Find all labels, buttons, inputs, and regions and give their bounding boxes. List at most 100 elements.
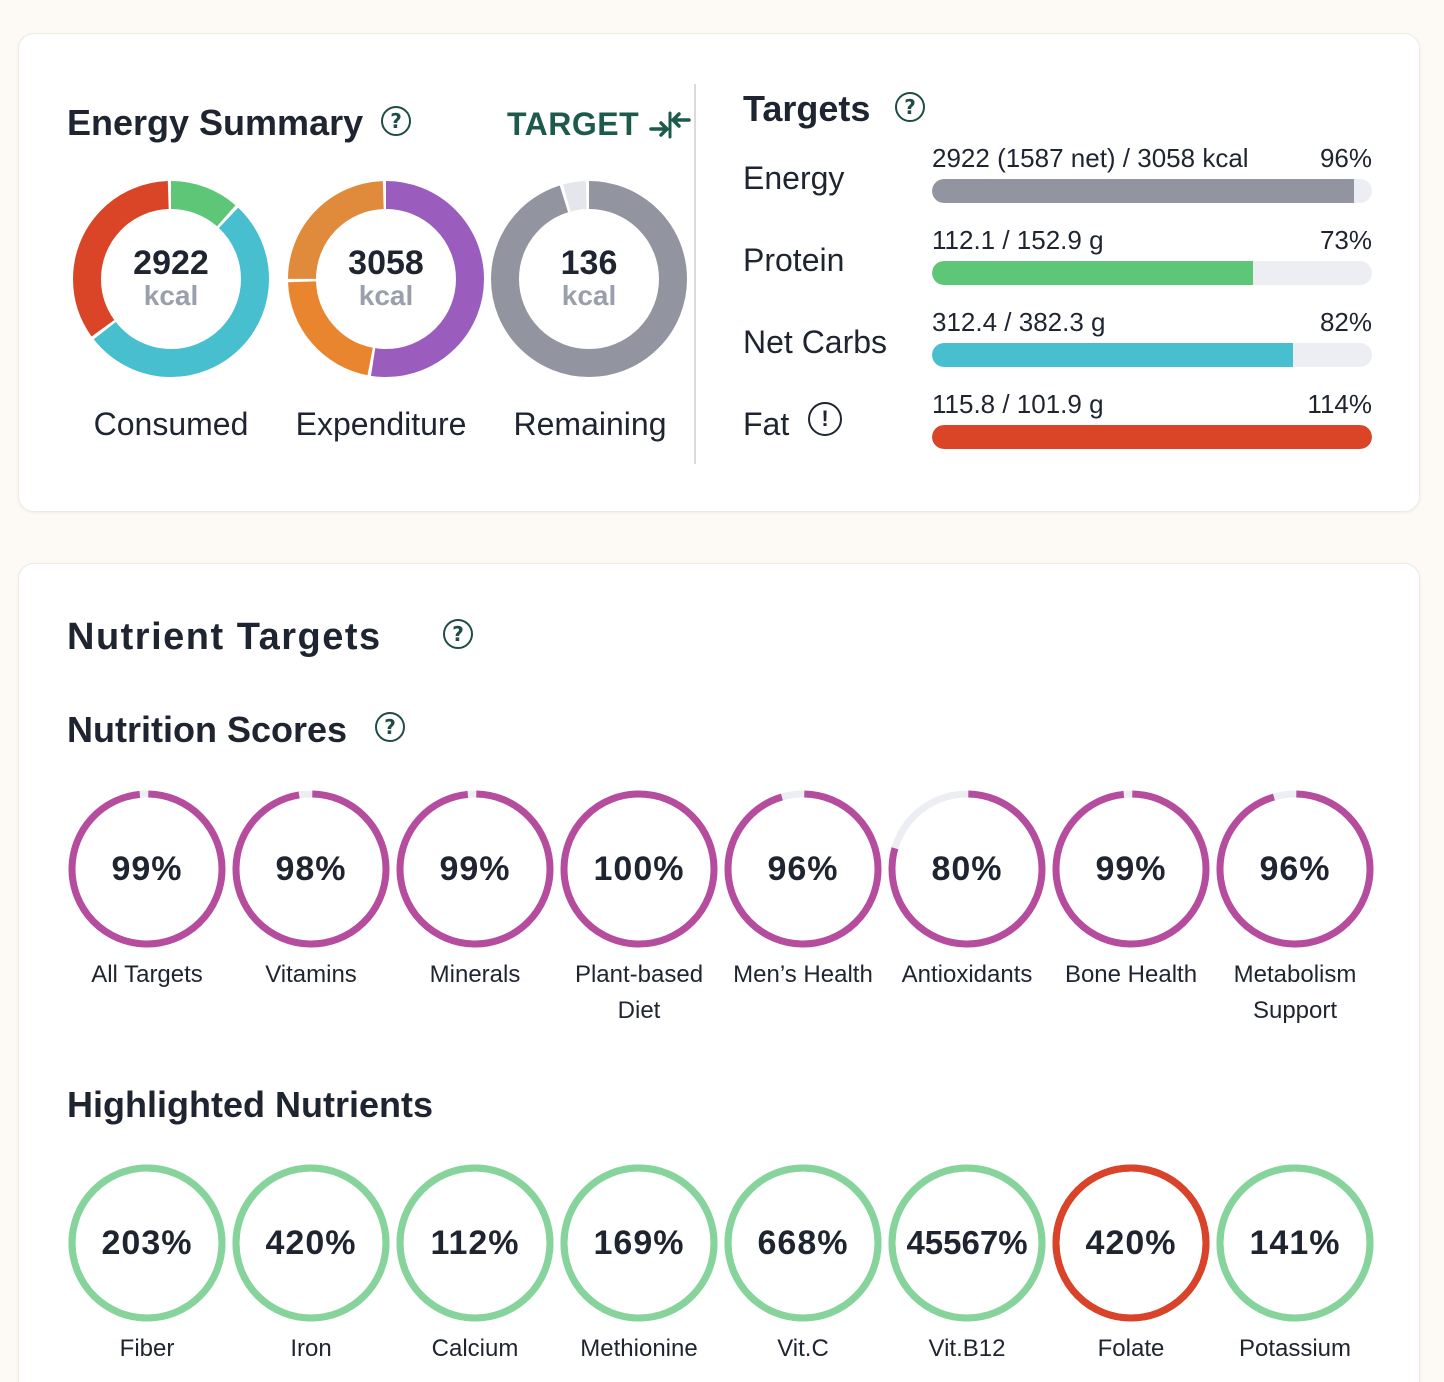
highlighted-nutrient-ring[interactable]: 420% [231, 1163, 391, 1323]
remaining-donut-chart: 136 kcal [489, 179, 689, 379]
nutrient-label: Fiber [119, 1335, 175, 1362]
score-label: All Targets [91, 961, 203, 988]
nutrient-targets-title: Nutrient Targets [67, 616, 382, 658]
nutrition-score-ring[interactable]: 96% [1215, 789, 1375, 949]
remaining-value: 136 [560, 244, 618, 282]
help-icon[interactable]: ? [381, 106, 411, 136]
score-value: 99% [1095, 849, 1167, 888]
consumed-value: 2922 [133, 244, 209, 282]
consumed-donut-chart: 2922 kcal [71, 179, 271, 379]
target-percent: 96% [1319, 143, 1372, 173]
vertical-divider [694, 84, 696, 464]
nutrition-score-ring[interactable]: 98% [231, 789, 391, 949]
nutrient-label: Vit.C [777, 1335, 829, 1362]
nutrient-value: 420% [265, 1223, 357, 1262]
score-label: Minerals [429, 961, 521, 988]
highlighted-nutrient-ring[interactable]: 141% [1215, 1163, 1375, 1323]
nutrient-label: Folate [1097, 1335, 1165, 1362]
highlighted-nutrient-ring[interactable]: 668% [723, 1163, 883, 1323]
target-percent: 114% [1307, 389, 1372, 419]
target-amount: 112.1 / 152.9 g [932, 225, 1104, 255]
expenditure-label: Expenditure [295, 406, 467, 442]
nutrient-value: 420% [1085, 1223, 1177, 1262]
target-bar-protein [932, 261, 1372, 285]
target-values-fat: 115.8 / 101.9 g 114% [932, 389, 1372, 420]
nutrition-score-ring[interactable]: 80% [887, 789, 1047, 949]
score-label: Plant-based Diet [574, 961, 704, 1024]
target-amount: 312.4 / 382.3 g [932, 307, 1106, 337]
target-label-protein: Protein [743, 242, 845, 278]
nutrient-value: 203% [101, 1223, 193, 1262]
help-icon[interactable]: ? [895, 92, 925, 122]
nutrient-value: 141% [1249, 1223, 1341, 1262]
help-icon[interactable]: ? [375, 712, 405, 742]
target-amount: 115.8 / 101.9 g [932, 389, 1104, 419]
nutrient-label: Methionine [580, 1335, 698, 1362]
nutrition-score-ring[interactable]: 96% [723, 789, 883, 949]
expenditure-donut-chart: 3058 kcal [286, 179, 486, 379]
score-label: Metabolism Support [1233, 961, 1357, 1024]
target-bar-fill [932, 343, 1293, 367]
highlighted-nutrient-ring[interactable]: 203% [67, 1163, 227, 1323]
score-value: 80% [931, 849, 1003, 888]
score-value: 96% [1259, 849, 1331, 888]
help-icon[interactable]: ? [443, 619, 473, 649]
expenditure-value: 3058 [348, 244, 424, 282]
collapse-arrows-icon [649, 111, 691, 138]
nutrient-label: Potassium [1238, 1335, 1352, 1362]
target-bar-fill [932, 261, 1254, 285]
nutrient-value: 112% [430, 1223, 520, 1262]
highlighted-nutrient-ring[interactable]: 420% [1051, 1163, 1211, 1323]
score-label: Bone Health [1064, 961, 1198, 988]
highlighted-nutrient-ring[interactable]: 45567% [887, 1163, 1047, 1323]
expenditure-unit: kcal [358, 280, 414, 311]
target-amount: 2922 (1587 net) / 3058 kcal [932, 143, 1249, 173]
remaining-unit: kcal [561, 280, 617, 311]
target-button-label: TARGET [507, 106, 640, 142]
consumed-unit: kcal [143, 280, 199, 311]
score-value: 99% [439, 849, 511, 888]
targets-title: Targets [743, 88, 871, 129]
target-percent: 82% [1319, 307, 1372, 337]
score-label: Vitamins [265, 961, 357, 988]
target-bar-net-carbs [932, 343, 1372, 367]
nutrient-label: Calcium [431, 1335, 519, 1362]
highlighted-nutrients-title: Highlighted Nutrients [67, 1084, 433, 1125]
nutrient-label: Vit.B12 [928, 1335, 1006, 1362]
target-bar-energy [932, 179, 1372, 203]
target-label-net-carbs: Net Carbs [743, 324, 888, 360]
nutrition-score-ring[interactable]: 99% [67, 789, 227, 949]
energy-summary-title: Energy Summary [67, 102, 364, 143]
target-percent: 73% [1319, 225, 1372, 255]
score-label: Men’s Health [733, 961, 873, 988]
nutrient-value: 169% [593, 1223, 685, 1262]
highlighted-nutrient-ring[interactable]: 169% [559, 1163, 719, 1323]
target-bar-fat [932, 425, 1372, 449]
remaining-label: Remaining [513, 406, 667, 442]
target-values-energy: 2922 (1587 net) / 3058 kcal 96% [932, 143, 1372, 174]
target-values-net-carbs: 312.4 / 382.3 g 82% [932, 307, 1372, 338]
nutrition-score-ring[interactable]: 99% [395, 789, 555, 949]
score-value: 96% [767, 849, 839, 888]
nutrient-value: 668% [757, 1223, 849, 1262]
nutrition-score-ring[interactable]: 100% [559, 789, 719, 949]
consumed-label: Consumed [93, 406, 249, 442]
score-value: 98% [275, 849, 347, 888]
nutrient-label: Iron [290, 1335, 332, 1362]
score-label: Antioxidants [901, 961, 1033, 988]
target-label-energy: Energy [743, 160, 845, 196]
highlighted-nutrient-ring[interactable]: 112% [395, 1163, 555, 1323]
warning-icon[interactable]: ! [808, 402, 842, 436]
nutrient-targets-card: Nutrient Targets ? Nutrition Scores ? 99… [18, 563, 1420, 1382]
target-label-fat: Fat [743, 406, 790, 442]
target-values-protein: 112.1 / 152.9 g 73% [932, 225, 1372, 256]
nutrition-score-ring[interactable]: 99% [1051, 789, 1211, 949]
energy-summary-card: Energy Summary ? TARGET 2922 kcal Consum… [18, 33, 1420, 512]
score-value: 100% [593, 849, 685, 888]
target-bar-fill [932, 179, 1355, 203]
target-bar-fill [932, 425, 1372, 449]
nutrient-value: 45567% [906, 1224, 1028, 1261]
nutrition-scores-title: Nutrition Scores [67, 709, 348, 750]
score-value: 99% [111, 849, 183, 888]
target-toggle-button[interactable]: TARGET [507, 106, 691, 143]
